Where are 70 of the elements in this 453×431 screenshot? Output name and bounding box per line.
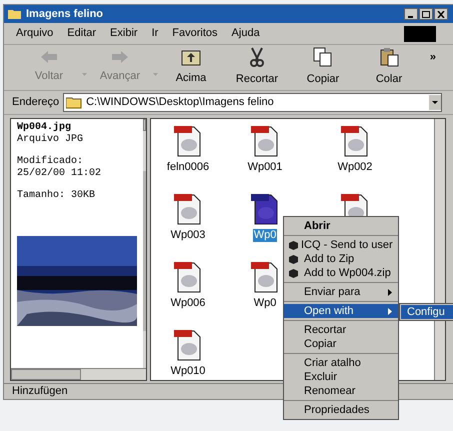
context-menu-item[interactable]: Open with [284, 304, 398, 318]
file-label[interactable]: Wp0 [252, 229, 278, 242]
file-name: Wp004.jpg [17, 122, 72, 134]
file-label[interactable]: Wp006 [170, 297, 206, 310]
address-label: Endereço [12, 95, 60, 110]
folder-icon [66, 96, 82, 109]
context-menu-item[interactable]: Enviar para [284, 285, 398, 299]
toolbar-button[interactable]: Copiar [290, 47, 356, 88]
menu-item[interactable]: Editar [67, 25, 96, 42]
file-label[interactable]: Wp001 [246, 161, 284, 174]
file-label[interactable]: Wp002 [336, 161, 374, 174]
menu-item[interactable]: Ir [152, 25, 158, 42]
image-file-icon[interactable] [173, 329, 203, 361]
maximize-button[interactable] [419, 8, 433, 20]
modified-label: Modificado: [17, 156, 84, 168]
cube-icon [288, 268, 299, 278]
address-field[interactable]: C:\WINDOWS\Desktop\Imagens felino [63, 93, 442, 112]
window-title: Imagens felino [26, 6, 104, 22]
toolbar-overflow[interactable]: » [430, 49, 436, 66]
submenu-item[interactable]: Configu [401, 305, 453, 319]
maximize-icon [422, 10, 430, 18]
folder-icon [8, 8, 22, 20]
submenu-arrow-icon [388, 288, 392, 296]
menu-item[interactable]: Exibir [110, 25, 138, 42]
menu-item[interactable]: Ajuda [232, 25, 260, 42]
context-menu-item[interactable]: Renomear [284, 384, 398, 398]
menu-item[interactable]: Arquivo [16, 25, 54, 42]
cube-icon [288, 240, 299, 250]
modified-date: 25/02/00 11:02 [17, 168, 102, 180]
toolbar-button[interactable]: Recortar [224, 47, 290, 88]
scissors-icon [248, 47, 266, 68]
toolbar-button[interactable]: Acima [158, 48, 224, 87]
context-menu-item[interactable]: Copiar [284, 337, 398, 351]
context-menu-item[interactable]: Add to Wp004.zip [284, 266, 398, 280]
status-text: Hinzufügen [12, 384, 68, 400]
image-file-icon[interactable] [173, 125, 203, 157]
image-file-icon[interactable] [250, 193, 280, 225]
close-button[interactable] [434, 8, 448, 20]
image-file-icon[interactable] [173, 261, 203, 293]
file-size: Tamanho: 30KB [17, 190, 96, 202]
file-label[interactable]: feln0006 [166, 161, 210, 174]
image-file-icon[interactable] [340, 125, 370, 157]
horizontal-scrollbar[interactable] [11, 368, 146, 380]
minimize-button[interactable] [404, 8, 418, 20]
context-menu-item[interactable]: Propriedades [284, 403, 398, 417]
image-file-icon[interactable] [173, 193, 203, 225]
image-file-icon[interactable] [250, 261, 280, 293]
context-menu-item[interactable]: Recortar [284, 323, 398, 337]
cube-icon [288, 254, 299, 264]
copy-pages-icon [313, 47, 333, 68]
menu-item[interactable]: Favoritos [172, 25, 218, 42]
file-label[interactable]: Wp010 [170, 365, 206, 378]
file-label[interactable]: Wp003 [170, 229, 206, 242]
file-type: Arquivo JPG [17, 134, 84, 146]
folder-up-icon [181, 48, 201, 66]
context-menu-item[interactable]: Abrir [284, 219, 398, 233]
context-menu-item[interactable]: Add to Zip [284, 252, 398, 266]
image-file-icon[interactable] [250, 125, 280, 157]
close-icon [437, 10, 445, 18]
submenu-arrow-icon [388, 308, 392, 314]
back-arrow-icon [40, 50, 58, 64]
logo-box [404, 26, 436, 42]
context-menu-item[interactable]: Criar atalho [284, 356, 398, 370]
clipboard-icon [379, 47, 399, 68]
forward-arrow-icon [111, 50, 129, 64]
toolbar-button[interactable]: Colar [356, 47, 422, 88]
file-label[interactable]: Wp0 [252, 297, 278, 310]
context-menu-item[interactable]: ICQ - Send to user [284, 238, 398, 252]
context-menu-item[interactable]: Excluir [284, 370, 398, 384]
vertical-scrollbar[interactable] [143, 119, 146, 368]
